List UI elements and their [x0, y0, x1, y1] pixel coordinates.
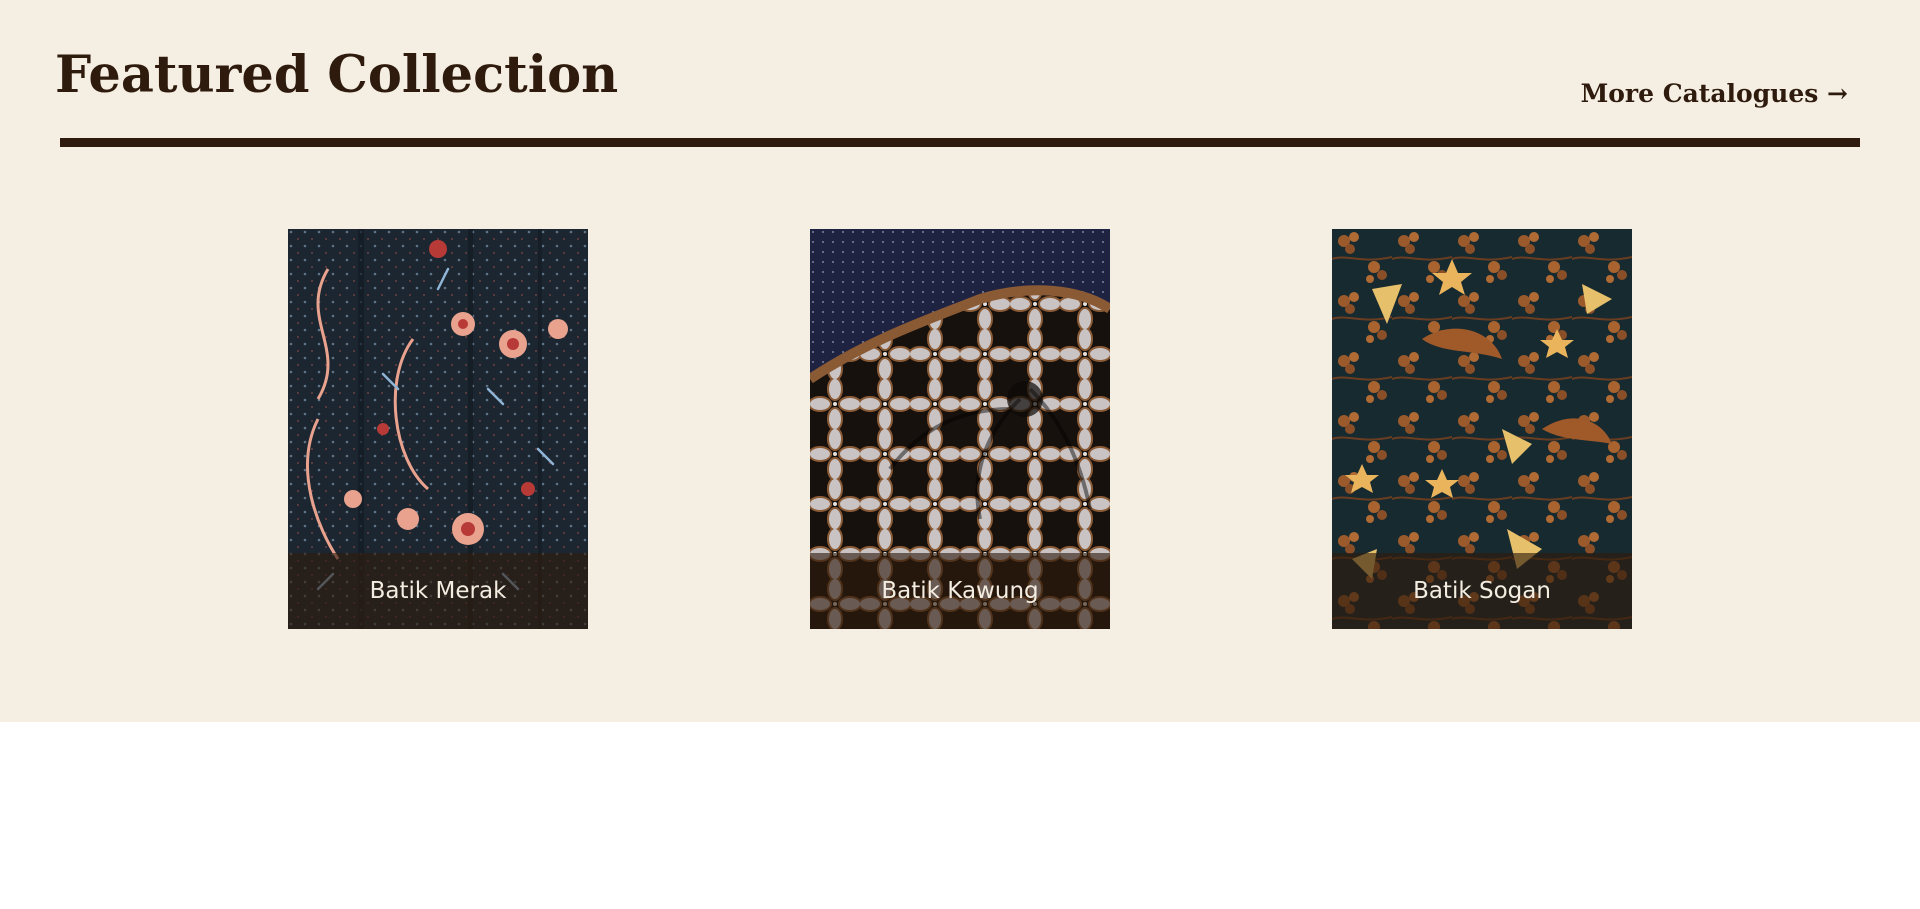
featured-collection-section: Featured Collection More Catalogues → Ba… [0, 0, 1920, 722]
card-label: Batik Merak [288, 553, 588, 629]
collection-card-batik-kawung[interactable]: Batik Kawung [810, 229, 1110, 629]
card-label: Batik Sogan [1332, 553, 1632, 629]
page-title: Featured Collection [55, 45, 619, 105]
collection-card-batik-merak[interactable]: Batik Merak [288, 229, 588, 629]
collection-card-batik-sogan[interactable]: Batik Sogan [1332, 229, 1632, 629]
card-label: Batik Kawung [810, 553, 1110, 629]
more-catalogues-link[interactable]: More Catalogues → [1581, 74, 1848, 114]
title-divider [60, 138, 1860, 147]
